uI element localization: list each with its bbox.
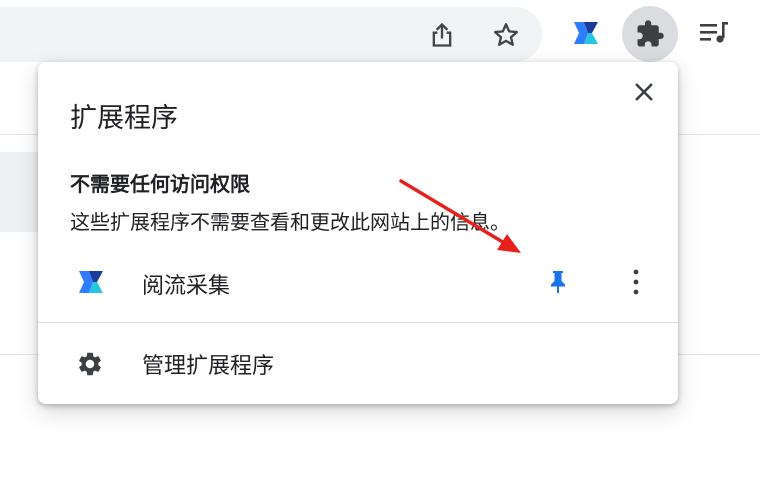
puzzle-icon — [637, 20, 664, 47]
close-icon — [635, 83, 653, 101]
popup-divider — [38, 322, 678, 323]
section-description: 这些扩展程序不需要查看和更改此网站上的信息。 — [70, 210, 510, 234]
media-queue-button[interactable] — [692, 11, 736, 55]
extension-item[interactable]: 阅流采集 — [38, 258, 678, 308]
extension-name: 阅流采集 — [142, 274, 231, 299]
gear-icon — [79, 352, 101, 376]
close-button[interactable] — [628, 76, 660, 108]
pin-icon — [551, 271, 565, 293]
pinned-extension-button[interactable] — [564, 11, 608, 55]
media-queue-icon — [700, 22, 728, 43]
more-options-button[interactable] — [624, 264, 648, 300]
popup-title: 扩展程序 — [70, 103, 178, 134]
yueliu-logo-icon — [79, 271, 103, 293]
extensions-popup: 扩展程序 不需要任何访问权限 这些扩展程序不需要查看和更改此网站上的信息。 阅流… — [38, 62, 678, 404]
pin-button[interactable] — [542, 264, 574, 300]
browser-window: 扩展程序 不需要任何访问权限 这些扩展程序不需要查看和更改此网站上的信息。 阅流… — [0, 0, 760, 478]
manage-extensions-item[interactable]: 管理扩展程序 — [38, 338, 678, 388]
star-icon — [493, 23, 519, 46]
manage-extensions-label: 管理扩展程序 — [142, 354, 275, 379]
share-icon — [432, 22, 452, 47]
bookmark-star-button[interactable] — [484, 13, 528, 57]
share-button[interactable] — [420, 13, 464, 57]
section-heading: 不需要任何访问权限 — [70, 172, 250, 196]
extensions-menu-button[interactable] — [622, 6, 678, 62]
more-vert-icon — [633, 269, 639, 295]
yueliu-logo-icon — [574, 22, 598, 44]
